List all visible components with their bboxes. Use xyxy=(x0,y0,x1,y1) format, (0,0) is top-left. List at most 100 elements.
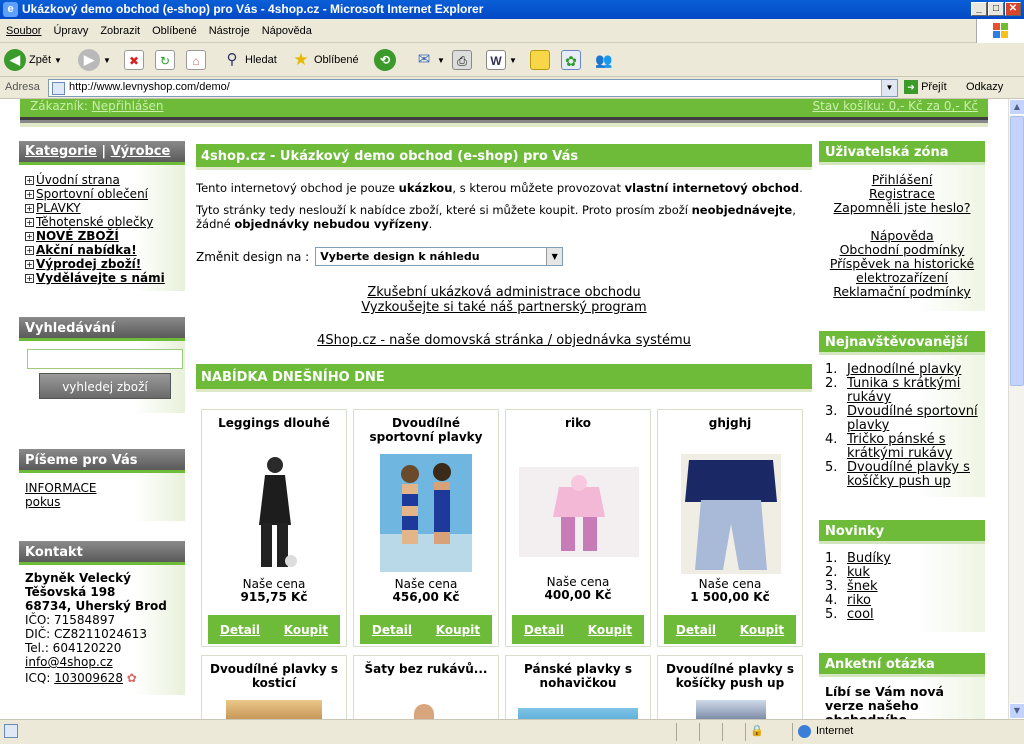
product-name[interactable]: Dvoudílné plavky s kosticí xyxy=(202,656,346,690)
electro-fee-link[interactable]: Příspěvek na historické elektrozařízení xyxy=(823,257,981,285)
menu-edit[interactable]: Úpravy xyxy=(47,19,94,37)
back-button[interactable]: ◀ Zpět ▼ xyxy=(4,48,62,72)
help-link[interactable]: Nápověda xyxy=(823,229,981,243)
design-select[interactable]: Vyberte design k náhledu ▼ xyxy=(315,247,564,266)
chevron-down-icon: ▼ xyxy=(546,248,563,265)
icq-toolbar-button[interactable]: ✿ xyxy=(561,48,581,72)
product-name[interactable]: Šaty bez rukávů... xyxy=(354,656,498,676)
category-item[interactable]: + Těhotenské oblečky xyxy=(25,215,179,229)
menu-file[interactable]: Soubor xyxy=(0,19,47,37)
search-box: Vyhledávání vyhledej zboží xyxy=(19,317,185,413)
contact-street: Těšovská 198 xyxy=(25,585,116,599)
close-button[interactable]: ✕ xyxy=(1005,2,1021,16)
admin-demo-link[interactable]: Zkušební ukázková administrace obchodu xyxy=(196,285,812,300)
news-list: 1. Budíky 2. kuk 3. šnek 4. riko 5. cool xyxy=(825,552,981,622)
links-button[interactable]: Odkazy xyxy=(966,81,1003,93)
discuss-button[interactable] xyxy=(530,48,550,72)
top-visited-box: Nejnavštěvovanější 1. Jednodílné plavky 2… xyxy=(819,331,985,497)
cart-status-link[interactable]: Stav košíku: 0,- Kč za 0,- Kč xyxy=(813,99,979,113)
product-name[interactable]: Dvoudílné plavky s košíčky push up xyxy=(658,656,802,690)
user-zone-box: Uživatelská zóna Přihlášení Registrace Z… xyxy=(819,141,985,311)
search-button[interactable]: ⚲ Hledat xyxy=(222,48,277,72)
icq-link[interactable]: 103009628 xyxy=(54,671,123,685)
product-name[interactable]: Dvoudílné sportovní plavky xyxy=(354,410,498,444)
pokus-link[interactable]: pokus xyxy=(25,495,179,509)
category-item[interactable]: + Sportovní oblečení xyxy=(25,187,179,201)
star-icon: ★ xyxy=(293,50,309,69)
product-name[interactable]: riko xyxy=(506,410,650,430)
category-item[interactable]: + PLAVKY xyxy=(25,201,179,215)
history-button[interactable]: ⟲ xyxy=(374,48,396,72)
menu-view[interactable]: Zobrazit xyxy=(94,19,146,37)
home-page-link[interactable]: 4Shop.cz - naše domovská stránka / objed… xyxy=(196,333,812,348)
scroll-thumb[interactable] xyxy=(1010,116,1024,386)
menu-favorites[interactable]: Oblíbené xyxy=(146,19,203,37)
product-image[interactable] xyxy=(247,455,303,571)
product-image[interactable] xyxy=(681,454,781,574)
menu-tools[interactable]: Nástroje xyxy=(203,19,256,37)
product-name[interactable]: Pánské plavky s nohavičkou xyxy=(506,656,650,690)
minimize-button[interactable]: _ xyxy=(971,2,987,16)
search-input[interactable] xyxy=(27,349,183,369)
contact-email-link[interactable]: info@4shop.cz xyxy=(25,655,179,669)
buy-button[interactable]: Koupit xyxy=(588,623,632,637)
detail-button[interactable]: Detail xyxy=(372,623,412,637)
go-button[interactable]: ➜ Přejít xyxy=(904,80,947,94)
product-image[interactable] xyxy=(518,708,638,719)
detail-button[interactable]: Detail xyxy=(676,623,716,637)
product-image[interactable] xyxy=(696,700,766,719)
buy-button[interactable]: Koupit xyxy=(284,623,328,637)
menu-help[interactable]: Nápověda xyxy=(256,19,318,37)
login-link[interactable]: Přihlášení xyxy=(823,173,981,187)
scroll-up-button[interactable]: ▲ xyxy=(1009,99,1024,115)
category-item[interactable]: + NOVÉ ZBOŽÍ xyxy=(25,229,179,243)
stop-button[interactable]: ✖ xyxy=(124,48,144,72)
category-item[interactable]: + Akční nabídka! xyxy=(25,243,179,257)
title-bar: e Ukázkový demo obchod (e-shop) pro Vás … xyxy=(0,0,1024,19)
detail-button[interactable]: Detail xyxy=(524,623,564,637)
word-icon: W xyxy=(486,50,506,70)
buy-button[interactable]: Koupit xyxy=(436,623,480,637)
product-image[interactable] xyxy=(519,467,639,557)
search-submit-button[interactable]: vyhledej zboží xyxy=(39,373,171,399)
customer-status-link[interactable]: Nepřihlášen xyxy=(92,99,164,113)
detail-button[interactable]: Detail xyxy=(220,623,260,637)
product-image[interactable] xyxy=(226,700,322,719)
maximize-button[interactable]: □ xyxy=(988,2,1004,16)
header-stripe-light xyxy=(20,123,988,127)
refresh-button[interactable]: ↻ xyxy=(155,48,175,72)
makers-tab[interactable]: Výrobce xyxy=(111,144,171,159)
buy-button[interactable]: Koupit xyxy=(740,623,784,637)
category-item[interactable]: + Úvodní strana xyxy=(25,173,179,187)
partner-program-link[interactable]: Vyzkoušejte si také náš partnerský progr… xyxy=(196,300,812,315)
vertical-scrollbar[interactable]: ▲ ▼ xyxy=(1008,99,1024,719)
product-image[interactable] xyxy=(380,454,472,572)
categories-tab[interactable]: Kategorie xyxy=(25,144,97,159)
price-label: Naše cena xyxy=(242,577,306,591)
product-name[interactable]: ghjghj xyxy=(658,410,802,430)
complaints-link[interactable]: Reklamační podmínky xyxy=(823,285,981,299)
info-link[interactable]: INFORMACE xyxy=(25,481,179,495)
forgot-password-link[interactable]: Zapomněli jste heslo? xyxy=(823,201,981,215)
edit-button[interactable]: W ▼ xyxy=(486,48,517,72)
scroll-down-button[interactable]: ▼ xyxy=(1009,703,1024,719)
register-link[interactable]: Registrace xyxy=(823,187,981,201)
print-button[interactable]: ⎙ xyxy=(452,48,472,72)
home-button[interactable]: ⌂ xyxy=(186,48,206,72)
address-input[interactable]: http://www.levnyshop.com/demo/ ▼ xyxy=(48,79,898,97)
flower-icon: ✿ xyxy=(561,50,581,70)
messenger-button[interactable]: 👥 xyxy=(594,48,614,72)
stop-icon: ✖ xyxy=(124,50,144,70)
product-image[interactable] xyxy=(414,704,434,719)
product-name[interactable]: Leggings dlouhé xyxy=(202,410,346,430)
category-item[interactable]: + Vydělávejte s námi xyxy=(25,271,179,285)
favorites-button[interactable]: ★ Oblíbené xyxy=(291,48,358,72)
category-item[interactable]: + Výprodej zboží! xyxy=(25,257,179,271)
plus-icon: + xyxy=(25,217,34,227)
forward-button[interactable]: ▶ ▼ xyxy=(78,48,111,72)
messenger-icon: 👥 xyxy=(595,52,613,68)
address-dropdown[interactable]: ▼ xyxy=(881,80,897,96)
mail-button[interactable]: ✉ ▼ xyxy=(414,48,445,72)
terms-link[interactable]: Obchodní podmínky xyxy=(823,243,981,257)
product-card: Pánské plavky s nohavičkou xyxy=(505,655,651,719)
